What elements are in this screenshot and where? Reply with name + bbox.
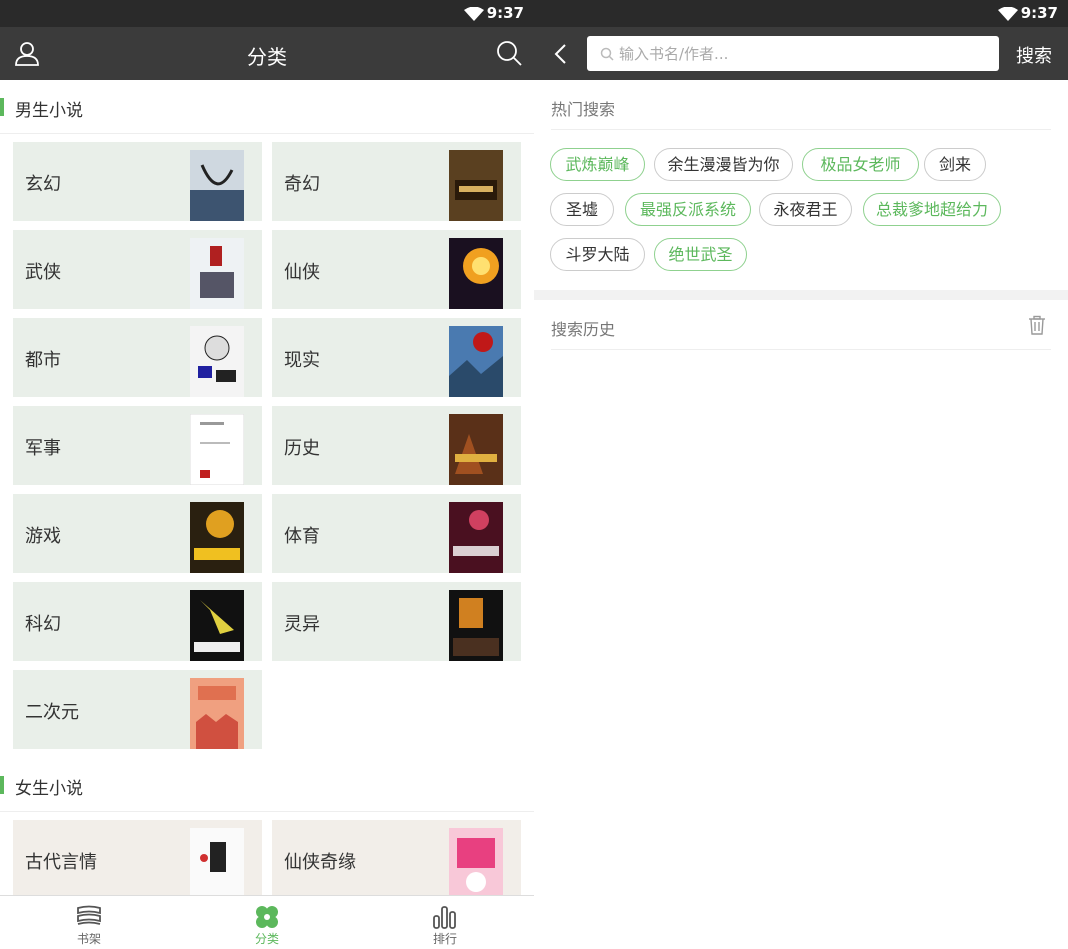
nav-tab-category[interactable]: 分类 bbox=[178, 896, 356, 949]
book-cover-image bbox=[449, 590, 503, 661]
page-title: 分类 bbox=[247, 45, 287, 69]
category-card[interactable]: 灵异 bbox=[272, 582, 521, 661]
book-cover-image bbox=[190, 828, 244, 895]
section-label: 男生小说 bbox=[15, 101, 83, 121]
search-history-header: 搜索历史 bbox=[551, 300, 1051, 350]
category-name: 仙侠奇缘 bbox=[284, 852, 356, 873]
book-cover-image bbox=[449, 828, 503, 895]
top-bar: 分类 bbox=[0, 27, 534, 80]
category-grid-female: 古代言情 仙侠奇缘 bbox=[0, 812, 534, 895]
hot-tag[interactable]: 最强反派系统 bbox=[625, 193, 751, 226]
category-list[interactable]: 男生小说 玄幻 奇幻 武侠 仙侠 都市 现实 军事 历史 游戏 体育 科幻 灵异… bbox=[0, 80, 534, 895]
category-card[interactable]: 科幻 bbox=[13, 582, 262, 661]
hot-tag[interactable]: 剑来 bbox=[924, 148, 986, 181]
status-bar-right: 9:37 bbox=[534, 0, 1068, 27]
hot-tag[interactable]: 圣墟 bbox=[550, 193, 614, 226]
category-name: 灵异 bbox=[284, 614, 320, 635]
category-card[interactable]: 游戏 bbox=[13, 494, 262, 573]
hot-tag[interactable]: 极品女老师 bbox=[802, 148, 919, 181]
category-screen: 分类 男生小说 玄幻 奇幻 武侠 仙侠 都市 现实 军事 历史 游戏 体育 科幻… bbox=[0, 27, 534, 949]
book-cover-image bbox=[449, 326, 503, 397]
book-cover-image bbox=[449, 502, 503, 573]
bottom-nav: 书架 分类 排行 bbox=[0, 895, 534, 949]
category-name: 历史 bbox=[284, 438, 320, 459]
hot-tag[interactable]: 总裁爹地超给力 bbox=[863, 193, 1001, 226]
hot-tag[interactable]: 武炼巅峰 bbox=[550, 148, 645, 181]
category-name: 武侠 bbox=[25, 262, 61, 283]
trash-icon[interactable] bbox=[1027, 315, 1047, 335]
book-cover-image bbox=[449, 414, 503, 485]
nav-label: 分类 bbox=[254, 932, 279, 946]
search-input[interactable] bbox=[587, 36, 999, 71]
section-accent-bar bbox=[0, 776, 4, 794]
category-card[interactable]: 仙侠 bbox=[272, 230, 521, 309]
category-card[interactable]: 历史 bbox=[272, 406, 521, 485]
book-cover-image bbox=[190, 150, 244, 221]
book-cover-image bbox=[190, 326, 244, 397]
category-card[interactable]: 都市 bbox=[13, 318, 262, 397]
section-header-male: 男生小说 bbox=[0, 80, 534, 134]
category-card[interactable]: 体育 bbox=[272, 494, 521, 573]
hot-tag[interactable]: 永夜君王 bbox=[759, 193, 852, 226]
hot-tag[interactable]: 斗罗大陆 bbox=[550, 238, 645, 271]
category-card[interactable]: 二次元 bbox=[13, 670, 262, 749]
book-cover-image bbox=[449, 238, 503, 309]
category-name: 科幻 bbox=[25, 614, 61, 635]
book-cover-image bbox=[449, 150, 503, 221]
section-label: 女生小说 bbox=[15, 779, 83, 799]
search-history-label: 搜索历史 bbox=[551, 320, 616, 339]
search-screen: 搜索 热门搜索 武炼巅峰 余生漫漫皆为你 极品女老师 剑来 圣墟 最强反派系统 … bbox=[534, 27, 1068, 949]
back-chevron-icon[interactable] bbox=[550, 41, 572, 67]
search-bar: 搜索 bbox=[534, 27, 1068, 80]
bookshelf-icon bbox=[77, 905, 101, 925]
category-name: 古代言情 bbox=[25, 852, 97, 873]
category-name: 仙侠 bbox=[284, 262, 320, 283]
category-name: 都市 bbox=[25, 350, 61, 371]
section-header-female: 女生小说 bbox=[0, 758, 534, 812]
wifi-icon bbox=[464, 7, 484, 21]
category-grid-male: 玄幻 奇幻 武侠 仙侠 都市 现实 军事 历史 游戏 体育 科幻 灵异 二次元 bbox=[0, 134, 534, 749]
hot-search-header: 热门搜索 bbox=[551, 80, 1051, 130]
search-button[interactable]: 搜索 bbox=[1016, 42, 1052, 68]
ranking-bars-icon bbox=[433, 906, 456, 929]
search-icon[interactable] bbox=[496, 40, 522, 66]
category-card[interactable]: 武侠 bbox=[13, 230, 262, 309]
nav-label: 书架 bbox=[76, 932, 101, 946]
category-card[interactable]: 古代言情 bbox=[13, 820, 262, 895]
category-card[interactable]: 奇幻 bbox=[272, 142, 521, 221]
category-name: 体育 bbox=[284, 526, 320, 547]
status-time: 9:37 bbox=[486, 4, 524, 22]
category-card[interactable]: 军事 bbox=[13, 406, 262, 485]
hot-tag[interactable]: 绝世武圣 bbox=[654, 238, 747, 271]
status-bar-left: 9:37 bbox=[0, 0, 534, 27]
category-name: 玄幻 bbox=[25, 174, 61, 195]
book-cover-image bbox=[190, 590, 244, 661]
search-icon bbox=[600, 47, 614, 61]
category-name: 现实 bbox=[284, 350, 320, 371]
wifi-icon bbox=[998, 7, 1018, 21]
book-cover-image bbox=[190, 414, 244, 485]
book-cover-image bbox=[190, 502, 244, 573]
book-cover-image bbox=[190, 678, 244, 749]
category-clover-icon bbox=[256, 906, 278, 928]
category-name: 游戏 bbox=[25, 526, 61, 547]
hot-search-label: 热门搜索 bbox=[551, 100, 616, 119]
nav-label: 排行 bbox=[432, 932, 457, 946]
category-name: 二次元 bbox=[25, 702, 79, 723]
category-card[interactable]: 玄幻 bbox=[13, 142, 262, 221]
status-time: 9:37 bbox=[1020, 4, 1058, 22]
hot-tag[interactable]: 余生漫漫皆为你 bbox=[654, 148, 793, 181]
category-name: 军事 bbox=[25, 438, 61, 459]
category-card[interactable]: 仙侠奇缘 bbox=[272, 820, 521, 895]
nav-tab-bookshelf[interactable]: 书架 bbox=[0, 896, 178, 949]
book-cover-image bbox=[190, 238, 244, 309]
section-accent-bar bbox=[0, 98, 4, 116]
nav-tab-ranking[interactable]: 排行 bbox=[356, 896, 534, 949]
category-name: 奇幻 bbox=[284, 174, 320, 195]
category-card[interactable]: 现实 bbox=[272, 318, 521, 397]
section-divider bbox=[534, 290, 1068, 300]
